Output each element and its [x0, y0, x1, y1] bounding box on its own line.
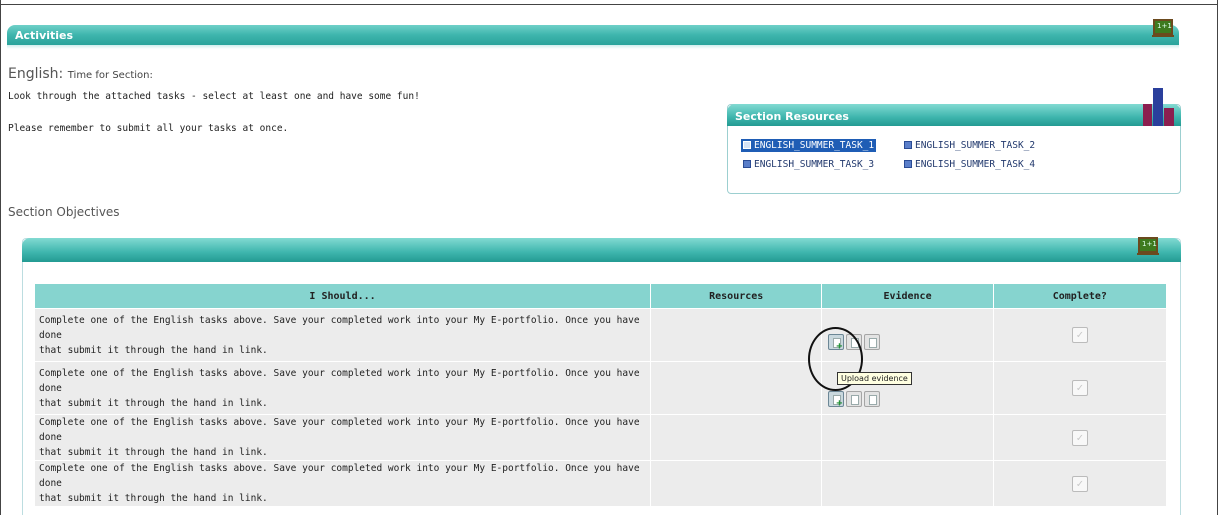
section-resources-title: Section Resources: [735, 110, 849, 123]
complete-checkbox[interactable]: ✓: [1071, 327, 1088, 343]
resource-link-task-1[interactable]: ENGLISH_SUMMER_TASK_1: [741, 139, 877, 152]
section-subject: English: Time for Section:: [8, 66, 153, 82]
objectives-table: I Should... Resources Evidence Complete?…: [34, 283, 1167, 507]
objective-description: Complete one of the English tasks above.…: [35, 461, 651, 506]
column-header-evidence: Evidence: [822, 284, 993, 308]
document-icon: [904, 141, 912, 149]
complete-checkbox[interactable]: ✓: [1071, 380, 1088, 396]
complete-cell: ✓: [993, 415, 1166, 460]
table-row: Complete one of the English tasks above.…: [35, 362, 1166, 414]
table-row: Complete one of the English tasks above.…: [35, 461, 1166, 506]
window-left-border: [0, 0, 1, 515]
table-row: Complete one of the English tasks above.…: [35, 309, 1166, 361]
complete-cell: ✓: [993, 461, 1166, 506]
table-row: Complete one of the English tasks above.…: [35, 415, 1166, 460]
complete-cell: ✓: [993, 309, 1166, 361]
evidence-cell: [822, 415, 993, 460]
table-header-row: I Should... Resources Evidence Complete?: [35, 284, 1166, 308]
column-header-resources: Resources: [651, 284, 822, 308]
resource-link-task-4[interactable]: ENGLISH_SUMMER_TASK_4: [902, 158, 1037, 171]
column-header-i-should: I Should...: [35, 284, 651, 308]
objectives-header-bar: [22, 238, 1181, 262]
link-evidence-icon[interactable]: [846, 391, 863, 407]
complete-checkbox[interactable]: ✓: [1071, 429, 1088, 446]
chalkboard-icon: 1+1: [1137, 235, 1159, 259]
document-icon: [743, 160, 751, 168]
resources-cell: [651, 362, 822, 414]
instruction-text-2: Please remember to submit all your tasks…: [8, 123, 289, 134]
complete-cell: ✓: [993, 362, 1166, 414]
chalkboard-icon: 1+1: [1152, 17, 1174, 41]
time-for-section-label: Time for Section:: [67, 70, 153, 81]
upload-evidence-tooltip: Upload evidence: [837, 372, 912, 385]
resources-cell: [651, 461, 822, 506]
document-icon: [904, 160, 912, 168]
column-header-complete: Complete?: [993, 284, 1166, 308]
upload-evidence-icon[interactable]: [828, 391, 845, 409]
instruction-text-1: Look through the attached tasks - select…: [8, 91, 420, 102]
complete-checkbox[interactable]: ✓: [1071, 475, 1088, 492]
section-objectives-heading: Section Objectives: [8, 205, 120, 219]
remove-evidence-icon[interactable]: [864, 391, 881, 407]
window-top-border: [0, 0, 1218, 5]
remove-evidence-icon[interactable]: [864, 334, 881, 350]
objective-description: Complete one of the English tasks above.…: [35, 309, 651, 361]
document-icon: [743, 141, 751, 149]
resources-cell: [651, 415, 822, 460]
activities-header: Activities: [7, 25, 1179, 45]
section-resources-header: Section Resources: [727, 104, 1181, 126]
objective-description: Complete one of the English tasks above.…: [35, 415, 651, 460]
resource-link-task-2[interactable]: ENGLISH_SUMMER_TASK_2: [902, 139, 1037, 152]
activities-divider: [7, 45, 1179, 49]
activities-title: Activities: [15, 29, 74, 42]
bar-chart-icon: [1141, 88, 1179, 126]
objective-description: Complete one of the English tasks above.…: [35, 362, 651, 414]
evidence-cell: [822, 461, 993, 506]
resource-link-task-3[interactable]: ENGLISH_SUMMER_TASK_3: [741, 158, 876, 171]
resources-cell: [651, 309, 822, 361]
subject-label: English:: [8, 66, 64, 82]
